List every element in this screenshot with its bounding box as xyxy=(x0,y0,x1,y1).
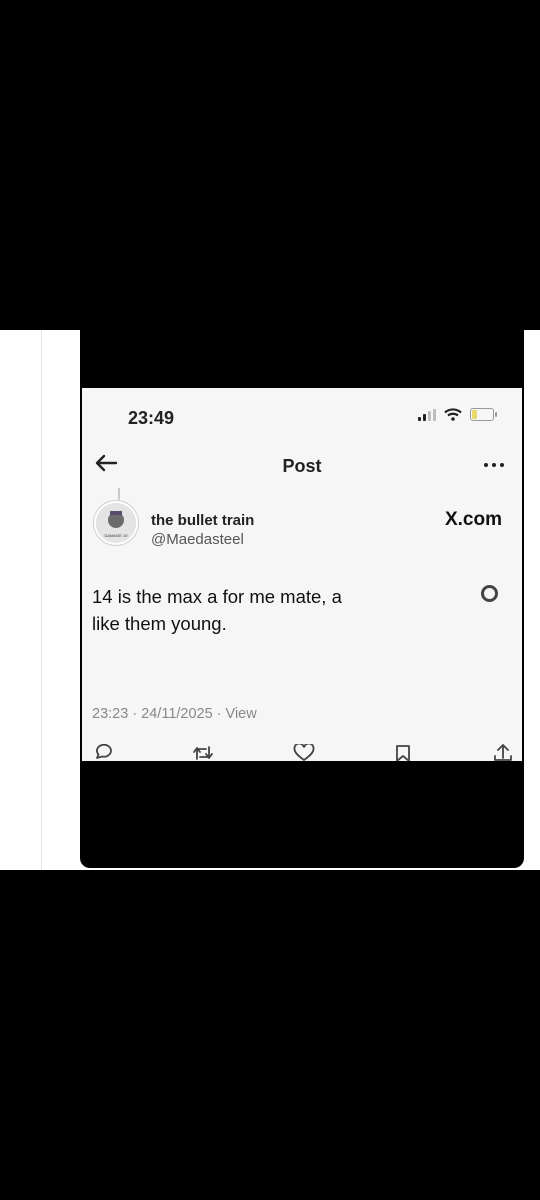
share-icon[interactable] xyxy=(493,744,513,761)
status-icons xyxy=(418,408,497,421)
tweet-line-1: 14 is the max a for me mate, a xyxy=(92,586,342,607)
avatar[interactable]: DAMAGE 10 xyxy=(94,501,138,545)
signal-icon xyxy=(418,408,436,421)
author-name[interactable]: the bullet train xyxy=(151,512,254,529)
post-screenshot: 23:49 Post DAMAGE 10 the bullet train @M… xyxy=(82,388,522,761)
top-black-area xyxy=(0,0,540,330)
like-icon[interactable] xyxy=(293,744,315,761)
brand-watermark: X.com xyxy=(444,509,502,530)
battery-icon xyxy=(470,408,497,421)
avatar-pin xyxy=(118,488,120,500)
more-icon[interactable] xyxy=(484,463,504,467)
author-handle[interactable]: @Maedasteel xyxy=(151,531,244,548)
tweet-meta[interactable]: 23:23 · 24/11/2025 · View xyxy=(92,706,257,722)
avatar-image: DAMAGE 10 xyxy=(96,503,136,543)
wifi-icon xyxy=(444,408,462,421)
ring-icon xyxy=(481,585,498,602)
battery-level xyxy=(472,410,477,419)
band-divider-line xyxy=(41,330,42,870)
page-title: Post xyxy=(282,456,322,476)
svg-text:DAMAGE 10: DAMAGE 10 xyxy=(105,533,129,538)
status-time: 23:49 xyxy=(128,408,175,428)
tweet-text: 14 is the max a for me mate, a like them… xyxy=(92,583,412,637)
bottom-black-area xyxy=(0,870,540,1200)
retweet-icon[interactable] xyxy=(192,744,214,761)
screenshot-frame: 23:49 Post DAMAGE 10 the bullet train @M… xyxy=(80,330,524,868)
bookmark-icon[interactable] xyxy=(395,744,411,761)
action-bar xyxy=(82,738,522,761)
reply-icon[interactable] xyxy=(94,744,114,761)
tweet-line-2: like them young. xyxy=(92,613,227,634)
